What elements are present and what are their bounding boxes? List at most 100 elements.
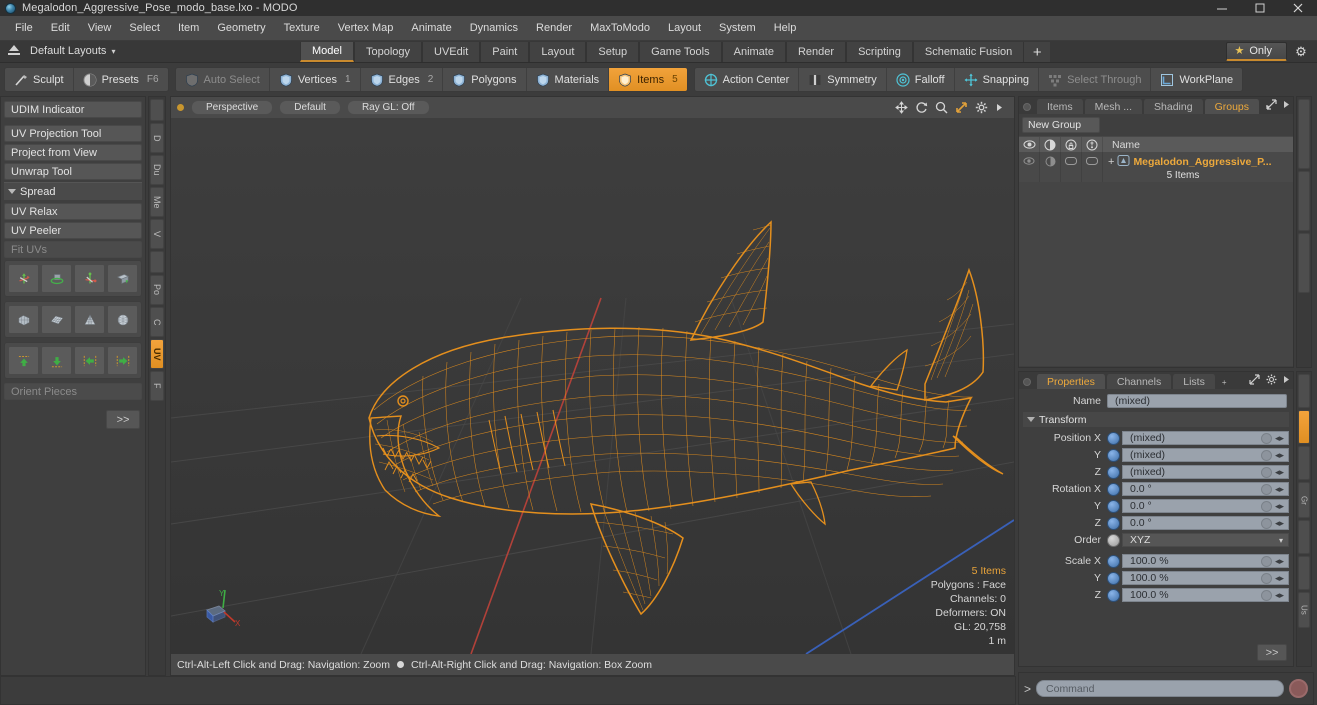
property-value-field[interactable]: (mixed) ◂▸ [1122,465,1289,479]
options-gear-icon[interactable] [975,101,988,114]
expand-icon[interactable] [1249,374,1260,388]
group-list-body[interactable]: + Megalodon_Aggressive_P... 5 Items [1019,152,1293,366]
close-icon[interactable] [1279,0,1317,16]
layout-tab-uvedit[interactable]: UVEdit [422,42,481,62]
layout-tab-paint[interactable]: Paint [480,42,530,62]
field-envelope-dot[interactable] [1261,484,1272,495]
toolbar-button-presets[interactable]: Presets F6 [74,68,168,91]
row-render-toggle[interactable] [1082,152,1103,182]
field-stepper-arrows[interactable]: ◂▸ [1273,556,1286,567]
properties-vertical-tab-blank-0[interactable] [1298,374,1310,408]
vertical-tab-c[interactable]: C [150,307,164,337]
field-stepper-arrows[interactable]: ◂▸ [1273,450,1286,461]
new-group-button[interactable]: New Group [1022,117,1100,133]
minimize-icon[interactable] [1203,0,1241,16]
property-value-field[interactable]: 0.0 ° ◂▸ [1122,499,1289,513]
properties-vertical-tab-blank-1[interactable] [1298,410,1310,444]
properties-vertical-tab-blank-5[interactable] [1298,556,1310,590]
menu-item-edit[interactable]: Edit [42,19,79,37]
menu-item-texture[interactable]: Texture [275,19,329,37]
lock-icon[interactable] [1061,136,1082,153]
channel-knob[interactable] [1107,431,1120,445]
toolbar-button-select-through[interactable]: Select Through [1039,68,1152,91]
vertical-tab-uv[interactable]: UV [150,339,164,369]
arrow-right-icon[interactable] [1283,374,1290,388]
properties-vertical-tab-blank-2[interactable] [1298,446,1310,480]
channel-knob[interactable] [1107,588,1120,602]
row-visibility-toggle[interactable] [1019,152,1040,182]
layout-tab-topology[interactable]: Topology [353,42,423,62]
properties-panel-tab-strip[interactable]: Gr Us [1296,371,1312,667]
list-item[interactable]: + Megalodon_Aggressive_P... 5 Items [1019,152,1293,182]
menu-item-dynamics[interactable]: Dynamics [461,19,527,37]
scale-uv-icon[interactable] [74,264,105,293]
orient-pieces-button[interactable]: Orient Pieces [4,383,142,400]
chevron-down-icon[interactable]: ▾ [1279,536,1283,545]
align-left-icon[interactable] [74,346,105,375]
unwrap-mesh-icon[interactable] [8,305,39,334]
vertical-tab-me[interactable]: Me [150,187,164,217]
more-tools-button[interactable]: >> [106,410,140,429]
vertical-tab-blank-5[interactable] [150,251,164,273]
tab-lists[interactable]: Lists [1172,374,1216,389]
align-right-icon[interactable] [107,346,138,375]
toolbar-button-vertices[interactable]: Vertices 1 [270,68,361,91]
uv-tool-uv-peeler[interactable]: UV Peeler [4,222,142,239]
field-envelope-dot[interactable] [1261,556,1272,567]
viewport-shading-selector[interactable]: Default [279,100,341,115]
menu-item-vertex-map[interactable]: Vertex Map [329,19,403,37]
channel-knob[interactable] [1107,554,1120,568]
move-uv-icon[interactable] [8,264,39,293]
field-stepper-arrows[interactable]: ◂▸ [1273,467,1286,478]
field-stepper-arrows[interactable]: ◂▸ [1273,484,1286,495]
layout-tab-game-tools[interactable]: Game Tools [639,42,722,62]
flip-uv-icon[interactable] [107,264,138,293]
properties-vertical-tab-us[interactable]: Us [1298,592,1310,628]
property-value-field[interactable]: 0.0 ° ◂▸ [1122,482,1289,496]
tab-properties[interactable]: Properties [1036,374,1106,389]
vertical-tab-du[interactable]: Du [150,155,164,185]
gear-icon[interactable] [1266,374,1277,388]
maximize-icon[interactable] [1241,0,1279,16]
field-stepper-arrows[interactable]: ◂▸ [1273,590,1286,601]
toolbar-button-edges[interactable]: Edges 2 [361,68,444,91]
arrow-right-icon[interactable] [1283,99,1290,113]
channel-knob[interactable] [1107,516,1120,530]
channel-knob[interactable] [1107,571,1120,585]
panel-menu-dot-icon[interactable] [1023,378,1031,386]
axis-gizmo[interactable]: Y X [199,580,249,630]
command-input[interactable]: Command [1036,680,1284,697]
property-value-field[interactable]: (mixed) ◂▸ [1122,431,1289,445]
layout-tab-model[interactable]: Model [300,42,354,62]
toolbar-button-materials[interactable]: Materials [527,68,610,91]
scroll-segment[interactable] [1298,233,1310,293]
eye-icon[interactable] [1019,136,1040,153]
property-value-field[interactable]: 100.0 % ◂▸ [1122,554,1289,568]
toolbar-button-snapping[interactable]: Snapping [955,68,1040,91]
properties-more-button[interactable]: >> [1257,644,1287,661]
uv-tool-uv-relax[interactable]: UV Relax [4,203,142,220]
pan-icon[interactable] [895,101,908,114]
uv-tool-project-from-view[interactable]: Project from View [4,144,142,161]
menu-item-item[interactable]: Item [169,19,208,37]
scroll-segment[interactable] [1298,171,1310,231]
field-envelope-dot[interactable] [1261,467,1272,478]
layout-tab-render[interactable]: Render [785,42,847,62]
layout-tab-layout[interactable]: Layout [529,42,587,62]
spread-section-header[interactable]: Spread [4,182,142,200]
field-envelope-dot[interactable] [1261,433,1272,444]
toolbar-button-symmetry[interactable]: Symmetry [799,68,887,91]
field-stepper-arrows[interactable]: ◂▸ [1273,433,1286,444]
align-up-icon[interactable] [8,346,39,375]
property-value-field[interactable]: 100.0 % ◂▸ [1122,571,1289,585]
field-envelope-dot[interactable] [1261,590,1272,601]
menu-item-layout[interactable]: Layout [659,19,710,37]
channel-knob[interactable] [1107,499,1120,513]
uv-tool-fit-uvs[interactable]: Fit UVs [4,241,142,258]
sphere-unwrap-icon[interactable] [107,305,138,334]
field-envelope-dot[interactable] [1261,501,1272,512]
flatten-grid-icon[interactable] [41,305,72,334]
toolbar-button-polygons[interactable]: Polygons [443,68,527,91]
properties-vertical-tab-gr[interactable]: Gr [1298,482,1310,518]
row-lock-toggle[interactable] [1061,152,1082,182]
